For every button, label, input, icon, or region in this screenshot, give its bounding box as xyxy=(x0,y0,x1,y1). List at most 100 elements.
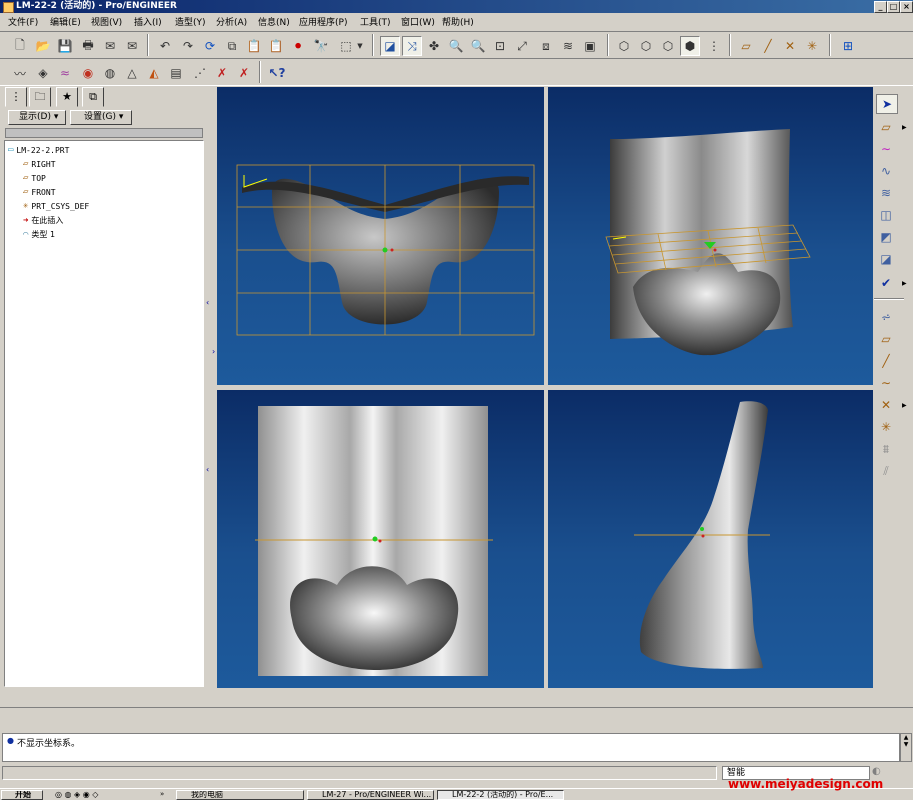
sketch-icon[interactable]: ⩫ xyxy=(876,308,896,326)
datum-axis-tool-icon[interactable]: ╱ xyxy=(876,352,896,370)
paste-icon[interactable]: 📋 xyxy=(244,36,264,56)
menu-window[interactable]: 窗口(W) xyxy=(401,15,435,28)
save-icon[interactable]: 💾 xyxy=(55,36,75,56)
saved-views-icon[interactable]: ⧈ xyxy=(536,36,556,56)
zoom-out-icon[interactable]: 🔍 xyxy=(468,36,488,56)
redo-icon[interactable]: ↷ xyxy=(178,36,198,56)
menu-info[interactable]: 信息(N) xyxy=(258,15,290,28)
analysis-tool-icon[interactable]: ⩩ xyxy=(876,440,896,458)
menu-style[interactable]: 造型(Y) xyxy=(175,15,206,28)
close-button[interactable]: × xyxy=(900,1,913,13)
reorient-icon[interactable]: ⤢ xyxy=(512,36,532,56)
datum-display-icon[interactable]: ◪ xyxy=(380,36,400,56)
point-display-icon[interactable]: ✕ xyxy=(780,36,800,56)
copy-icon[interactable]: ⧉ xyxy=(222,36,242,56)
delete-analysis-icon[interactable]: ✗ xyxy=(212,63,232,83)
select-arrow-icon[interactable]: ➤ xyxy=(876,94,898,114)
quick-launch-chevron-icon[interactable]: » xyxy=(160,790,164,798)
spin-center-icon[interactable]: ⤨ xyxy=(402,36,422,56)
offset-analysis-icon[interactable]: ⋰ xyxy=(190,63,210,83)
sash-arrow-icon[interactable]: ‹ xyxy=(206,298,209,307)
plane-display-icon[interactable]: ▱ xyxy=(736,36,756,56)
csys-display-icon[interactable]: ✳ xyxy=(802,36,822,56)
message-scrollbar[interactable]: ▲ ▼ xyxy=(900,733,912,762)
datum-point-tool-icon[interactable]: ✕ xyxy=(876,396,896,414)
connections-tab-icon[interactable]: ⧉ xyxy=(82,87,104,107)
traffic-light-icon[interactable]: ⚫ xyxy=(288,36,308,56)
reflection-icon[interactable]: ◭ xyxy=(144,63,164,83)
create-surface-icon[interactable]: ≋ xyxy=(876,184,896,202)
draft-analysis-icon[interactable]: ◍ xyxy=(100,63,120,83)
viewport-isometric-view[interactable] xyxy=(548,87,873,385)
gaussian-curvature-icon[interactable]: ◉ xyxy=(78,63,98,83)
no-hidden-icon[interactable]: ⬡ xyxy=(658,36,678,56)
wireframe-icon[interactable]: ⬡ xyxy=(614,36,634,56)
section-analysis-icon[interactable]: ▤ xyxy=(166,63,186,83)
quick-launch-icons[interactable]: ◎ ◍ ◈ ◉ ◇ xyxy=(55,790,98,799)
create-curve-icon[interactable]: ∼ xyxy=(876,140,896,158)
menu-help[interactable]: 帮助(H) xyxy=(442,15,474,28)
datum-curve-tool-icon[interactable]: ∼ xyxy=(876,374,896,392)
minimize-button[interactable]: _ xyxy=(874,1,887,13)
layers-icon[interactable]: ≋ xyxy=(558,36,578,56)
axis-display-icon[interactable]: ╱ xyxy=(758,36,778,56)
context-help-icon[interactable]: ↖? xyxy=(267,63,287,83)
paste-special-icon[interactable]: 📋 xyxy=(266,36,286,56)
viewport-top-view[interactable] xyxy=(217,87,544,385)
layout-icon[interactable]: ⊞ xyxy=(838,36,858,56)
surface-analysis-icon[interactable]: ◈ xyxy=(33,63,53,83)
orient-icon[interactable]: ✤ xyxy=(424,36,444,56)
tree-item-style[interactable]: ◠ 类型 1 xyxy=(23,229,55,240)
find-icon[interactable]: 🔭 xyxy=(311,36,331,56)
viewport-side-view[interactable] xyxy=(548,390,873,688)
chevron-down-icon[interactable]: ▼ xyxy=(355,36,365,56)
delete-all-analysis-icon[interactable]: ✗ xyxy=(234,63,254,83)
shading-icon[interactable]: ⬢ xyxy=(680,36,700,56)
tree-item-top[interactable]: ▱ TOP xyxy=(23,173,46,183)
model-tree-toggle-icon[interactable]: ⋮ xyxy=(704,36,724,56)
menu-insert[interactable]: 插入(I) xyxy=(134,15,162,28)
tree-item-csys[interactable]: ✳ PRT_CSYS_DEF xyxy=(23,201,89,211)
tree-item-insert-here[interactable]: ➜ 在此插入 xyxy=(23,215,63,226)
undo-icon[interactable]: ↶ xyxy=(155,36,175,56)
menu-view[interactable]: 视图(V) xyxy=(91,15,122,28)
new-icon[interactable]: 🗋 xyxy=(10,36,30,56)
tree-item-part[interactable]: ▭ LM-22-2.PRT xyxy=(8,145,69,155)
settings-dropdown[interactable]: 设置(G) ▾ xyxy=(70,110,132,125)
surface-edit-icon[interactable]: ◪ xyxy=(876,250,896,268)
edit-curve-icon[interactable]: ∿ xyxy=(876,162,896,180)
send-icon[interactable]: ✉ xyxy=(100,36,120,56)
active-plane-icon[interactable]: ▱ xyxy=(876,118,896,136)
view-manager-icon[interactable]: ▣ xyxy=(580,36,600,56)
tree-item-right[interactable]: ▱ RIGHT xyxy=(23,159,56,169)
curvature-icon[interactable]: ≈ xyxy=(55,63,75,83)
datum-plane-tool-icon[interactable]: ▱ xyxy=(876,330,896,348)
refit-icon[interactable]: ⊡ xyxy=(490,36,510,56)
regenerate-icon[interactable]: ⟳ xyxy=(200,36,220,56)
feature-tool-icon[interactable]: ⫽ xyxy=(876,462,896,480)
surface-connect-icon[interactable]: ◫ xyxy=(876,206,896,224)
done-check-icon[interactable]: ✔ xyxy=(876,274,896,292)
menu-applications[interactable]: 应用程序(P) xyxy=(299,15,347,28)
tree-item-front[interactable]: ▱ FRONT xyxy=(23,187,56,197)
flyout-arrow-icon[interactable]: ▶ xyxy=(902,402,907,409)
slope-analysis-icon[interactable]: △ xyxy=(122,63,142,83)
open-icon[interactable]: 📂 xyxy=(33,36,53,56)
hidden-line-icon[interactable]: ⬡ xyxy=(636,36,656,56)
viewport-front-view[interactable] xyxy=(217,390,544,688)
menu-tools[interactable]: 工具(T) xyxy=(360,15,391,28)
flyout-arrow-icon[interactable]: ▶ xyxy=(902,280,907,287)
sash-arrow-icon[interactable]: ‹ xyxy=(206,465,209,474)
restore-button[interactable]: □ xyxy=(887,1,900,13)
menu-analysis[interactable]: 分析(A) xyxy=(216,15,247,28)
surface-trim-icon[interactable]: ◩ xyxy=(876,228,896,246)
style-curve-icon[interactable]: 〰 xyxy=(10,63,30,83)
sash-arrow-icon[interactable]: › xyxy=(212,347,215,356)
menu-edit[interactable]: 编辑(E) xyxy=(50,15,81,28)
csys-tool-icon[interactable]: ✳ xyxy=(876,418,896,436)
print-icon[interactable]: 🖶 xyxy=(78,36,98,56)
show-dropdown[interactable]: 显示(D) ▾ xyxy=(8,110,66,125)
zoom-in-icon[interactable]: 🔍 xyxy=(446,36,466,56)
favorites-tab-icon[interactable]: ★ xyxy=(56,87,78,107)
flyout-arrow-icon[interactable]: ▶ xyxy=(902,124,907,131)
